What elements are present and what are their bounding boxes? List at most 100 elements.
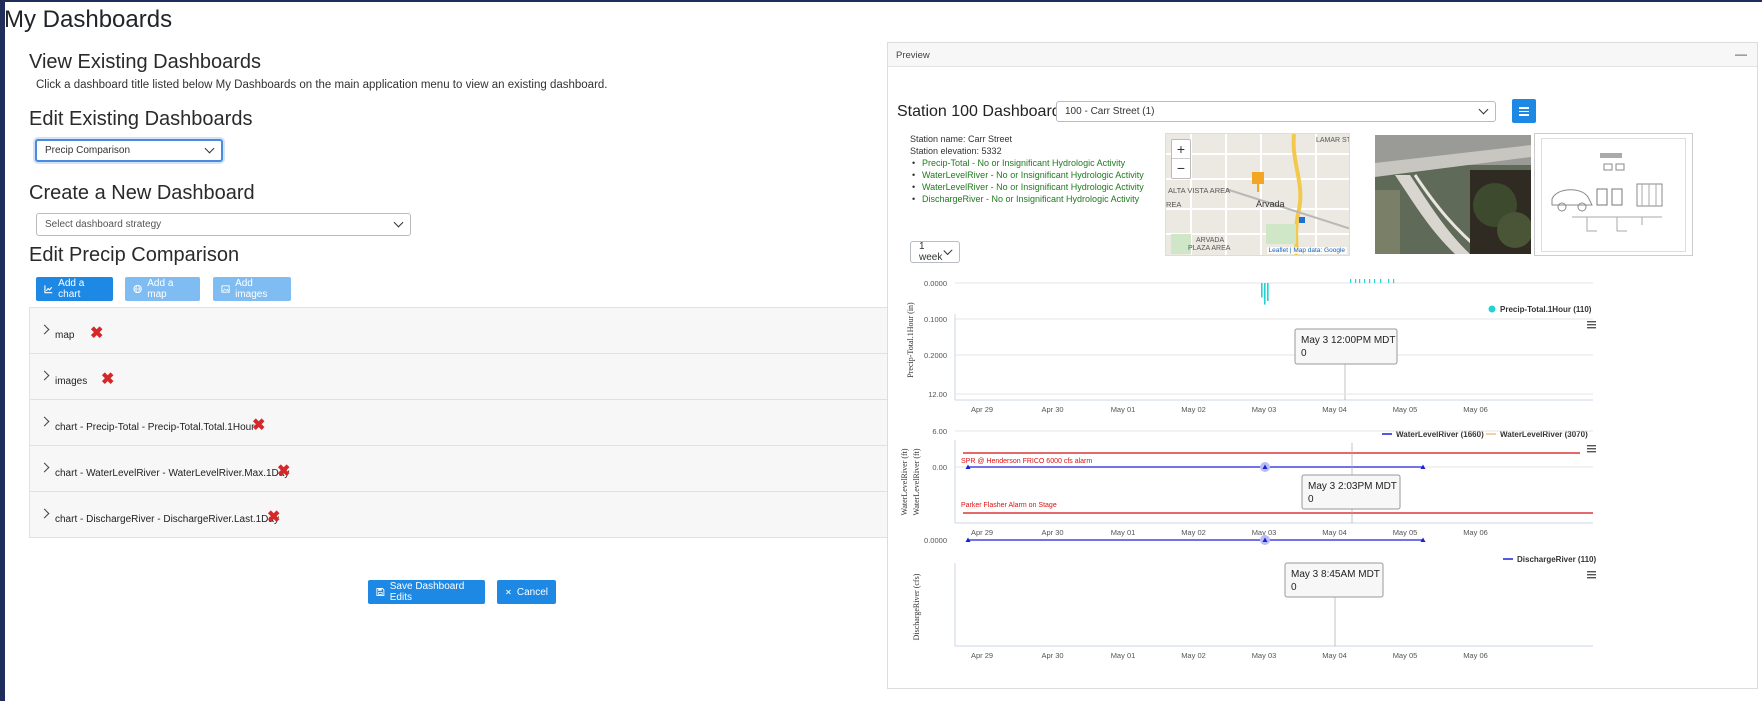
precip-bar <box>1369 279 1371 283</box>
precip-bar <box>1374 279 1376 283</box>
x-tick-label: May 06 <box>1463 528 1488 537</box>
floppy-disk-icon <box>376 588 385 596</box>
precip-bar <box>1264 283 1266 305</box>
list-item-label: chart - DischargeRiver - DischargeRiver.… <box>55 514 279 525</box>
view-dashboards-help: Click a dashboard title listed below My … <box>36 79 608 91</box>
precip-bar <box>1364 279 1366 283</box>
view-dashboards-heading: View Existing Dashboards <box>29 51 261 73</box>
level-tooltip: May 3 2:03PM MDT 0 <box>1301 474 1401 510</box>
dashboard-strategy-placeholder: Select dashboard strategy <box>45 219 162 230</box>
save-dashboard-label: Save Dashboard Edits <box>389 581 465 603</box>
precip-bar <box>1388 279 1390 283</box>
x-tick-label: Apr 29 <box>971 405 993 414</box>
precip-tooltip: May 3 12:00PM MDT 0 <box>1294 328 1398 365</box>
list-item-label: chart - WaterLevelRiver - WaterLevelRive… <box>55 468 290 479</box>
list-item[interactable]: chart - Precip-Total - Precip-Total.Tota… <box>30 400 888 446</box>
list-item[interactable]: images ✖ <box>30 354 888 400</box>
chevron-right-icon[interactable] <box>39 508 50 519</box>
tooltip-value: 0 <box>1301 348 1307 359</box>
precip-bar <box>1380 279 1382 283</box>
delete-icon[interactable]: ✖ <box>267 507 280 527</box>
level-y-label-1: WaterLevelRiver (ft) <box>900 448 909 515</box>
charts-canvas: Precip-Total.1Hour (110) Precip-Total.1H… <box>900 279 1596 660</box>
top-border <box>0 0 1762 2</box>
edit-dashboard-heading: Edit Precip Comparison <box>29 244 240 266</box>
delete-icon[interactable]: ✖ <box>277 461 290 481</box>
y-tick-label: 0.0000 <box>924 279 947 288</box>
chevron-right-icon[interactable] <box>39 416 50 427</box>
x-tick-label: May 03 <box>1252 651 1277 660</box>
add-chart-button[interactable]: Add a chart <box>36 277 113 301</box>
cancel-button[interactable]: Cancel <box>497 580 556 604</box>
tooltip-value: 0 <box>1291 582 1297 593</box>
edit-dashboard-select[interactable]: Precip Comparison <box>35 139 223 162</box>
add-images-button[interactable]: Add images <box>213 277 291 301</box>
y-tick-label: 12.00 <box>928 390 947 399</box>
chevron-right-icon[interactable] <box>39 324 50 335</box>
precip-bar <box>1350 279 1352 283</box>
level-y-label-2: WaterLevelRiver (ft) <box>912 448 921 515</box>
legend-marker <box>1488 305 1496 313</box>
x-tick-label: Apr 30 <box>1041 405 1063 414</box>
x-tick-label: Apr 30 <box>1041 528 1063 537</box>
image-icon <box>221 285 230 293</box>
precip-y-ticks: 0.0000 0.1000 0.2000 <box>924 279 947 360</box>
list-item[interactable]: chart - DischargeRiver - DischargeRiver.… <box>30 492 888 538</box>
list-item-label: images <box>55 376 88 387</box>
edit-dashboard-select-value: Precip Comparison <box>45 145 131 156</box>
y-tick-label: 0.0000 <box>924 536 947 545</box>
x-tick-label: May 05 <box>1393 405 1418 414</box>
list-item-label: map <box>55 330 75 341</box>
cancel-label: Cancel <box>516 586 548 598</box>
precip-bar <box>1267 283 1269 301</box>
precip-bar <box>1355 279 1357 283</box>
discharge-legend[interactable]: DischargeRiver (110) <box>1517 555 1596 564</box>
x-tick-label: May 02 <box>1181 405 1206 414</box>
x-tick-label: May 06 <box>1463 651 1488 660</box>
x-tick-label: May 03 <box>1252 405 1277 414</box>
x-tick-label: May 06 <box>1463 405 1488 414</box>
preview-panel: Preview — Station 100 Dashboard 100 - Ca… <box>887 42 1758 689</box>
tooltip-value: 0 <box>1308 494 1314 505</box>
x-tick-label: May 04 <box>1322 651 1347 660</box>
x-tick-label: May 02 <box>1181 528 1206 537</box>
tooltip-time: May 3 2:03PM MDT <box>1308 481 1397 492</box>
delete-icon[interactable]: ✖ <box>252 415 265 435</box>
left-border <box>0 0 5 701</box>
discharge-y-label: DischargeRiver (cfs) <box>912 573 921 640</box>
close-icon <box>506 589 511 595</box>
dashboard-items-list: map ✖ images ✖ chart - Precip-Total - Pr… <box>29 307 889 538</box>
y-tick-label: 0.00 <box>932 463 947 472</box>
precip-gridlines <box>955 282 1593 356</box>
precip-bar <box>1359 279 1361 283</box>
delete-icon[interactable]: ✖ <box>101 369 114 389</box>
dashboard-strategy-select[interactable]: Select dashboard strategy <box>36 213 411 236</box>
x-tick-label: May 01 <box>1111 528 1136 537</box>
discharge-y-ticks: 0.0000 <box>924 536 947 545</box>
water-level-chart: WaterLevelRiver (1660) WaterLevelRiver (… <box>900 390 1596 537</box>
save-dashboard-button[interactable]: Save Dashboard Edits <box>368 580 485 604</box>
edit-dashboards-heading: Edit Existing Dashboards <box>29 108 253 130</box>
create-dashboard-heading: Create a New Dashboard <box>29 182 255 204</box>
precip-x-ticks: Apr 29 Apr 30 May 01 May 02 May 03 May 04 May … <box>971 405 1488 414</box>
x-tick-label: Apr 29 <box>971 651 993 660</box>
precip-bar <box>1261 283 1263 298</box>
page-title: My Dashboards <box>4 6 173 33</box>
x-tick-label: Apr 30 <box>1041 651 1063 660</box>
chart-menu-icon[interactable] <box>1587 571 1596 579</box>
chevron-right-icon[interactable] <box>39 370 50 381</box>
chart-menu-icon[interactable] <box>1587 445 1596 453</box>
list-item[interactable]: map ✖ <box>30 308 888 354</box>
y-tick-label: 0.2000 <box>924 351 947 360</box>
x-tick-label: May 05 <box>1393 528 1418 537</box>
list-item-label: chart - Precip-Total - Precip-Total.Tota… <box>55 422 255 433</box>
tooltip-time: May 3 12:00PM MDT <box>1301 335 1395 346</box>
discharge-tooltip: May 3 8:45AM MDT 0 <box>1284 562 1384 598</box>
delete-icon[interactable]: ✖ <box>90 323 103 343</box>
add-map-button[interactable]: Add a map <box>125 277 200 301</box>
chevron-right-icon[interactable] <box>39 462 50 473</box>
list-item[interactable]: chart - WaterLevelRiver - WaterLevelRive… <box>30 446 888 492</box>
x-tick-label: May 01 <box>1111 405 1136 414</box>
chart-menu-icon[interactable] <box>1587 321 1596 329</box>
precip-legend[interactable]: Precip-Total.1Hour (110) <box>1500 305 1592 314</box>
